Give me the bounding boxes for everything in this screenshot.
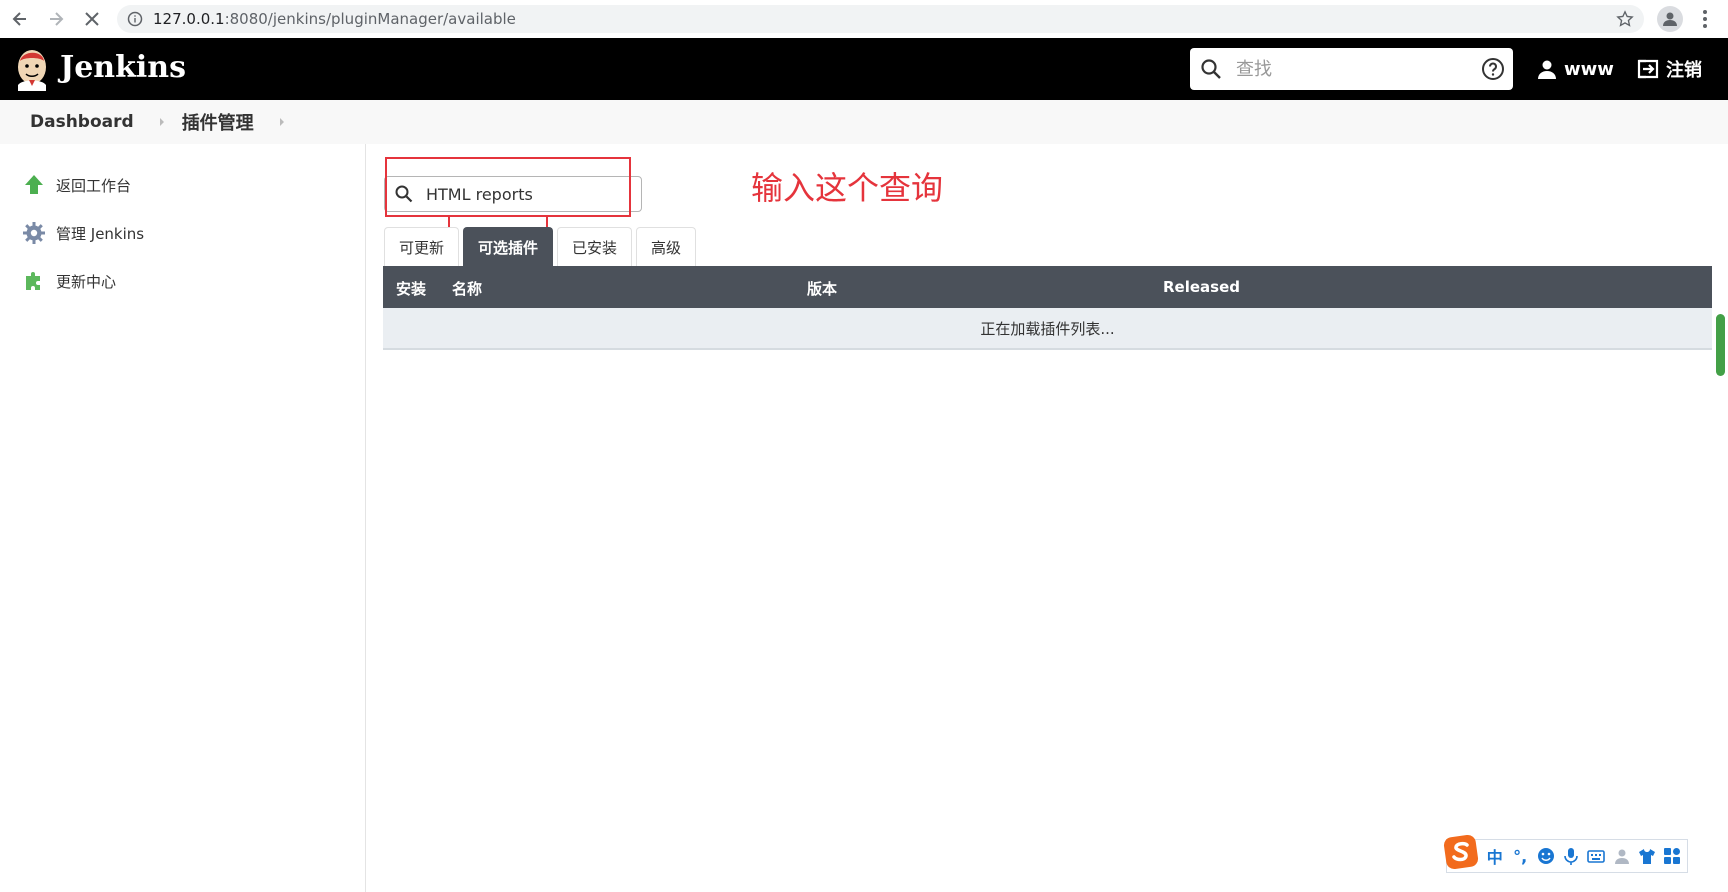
- keyboard-icon[interactable]: [1586, 845, 1607, 867]
- address-bar[interactable]: 127.0.0.1:8080/jenkins/pluginManager/ava…: [117, 5, 1644, 33]
- loading-text: 正在加载插件列表...: [980, 319, 1115, 338]
- brand-title[interactable]: Jenkins: [60, 48, 186, 88]
- sidebar: 返回工作台 管理 Jenkins 更新中心: [0, 144, 366, 892]
- jenkins-header: Jenkins www 注销: [0, 38, 1728, 100]
- puzzle-icon: [26, 272, 40, 290]
- forward-arrow-icon: [50, 12, 64, 26]
- header-search: [1190, 48, 1513, 90]
- close-icon: [85, 12, 99, 26]
- sidebar-item-back-dashboard[interactable]: 返回工作台: [22, 171, 131, 199]
- mic-icon[interactable]: [1560, 845, 1581, 867]
- logout-link[interactable]: 注销: [1636, 55, 1702, 83]
- logout-icon: [1637, 59, 1659, 79]
- emoji-icon[interactable]: [1535, 845, 1556, 867]
- column-released[interactable]: Released: [1163, 278, 1240, 296]
- back-arrow-icon: [12, 12, 26, 26]
- plugin-table: 安装 名称 版本 Released 正在加载插件列表...: [383, 266, 1712, 350]
- breadcrumb-plugin-manager[interactable]: 插件管理: [182, 109, 254, 135]
- browser-toolbar: 127.0.0.1:8080/jenkins/pluginManager/ava…: [0, 0, 1728, 38]
- table-header: 安装 名称 版本 Released: [383, 266, 1712, 308]
- tab-installed[interactable]: 已安装: [557, 227, 633, 267]
- sogou-logo-icon[interactable]: [1443, 834, 1479, 870]
- url-host: 127.0.0.1: [153, 10, 225, 28]
- user-icon[interactable]: [1611, 845, 1632, 867]
- search-icon: [1201, 59, 1221, 79]
- up-arrow-icon: [25, 175, 43, 194]
- tab-updates[interactable]: 可更新: [384, 227, 460, 267]
- table-row: 正在加载插件列表...: [383, 308, 1712, 350]
- gear-icon: [23, 222, 45, 244]
- chevron-right-icon[interactable]: [158, 117, 166, 127]
- annotation-text: 输入这个查询: [751, 169, 944, 207]
- sidebar-item-label: 返回工作台: [56, 176, 132, 195]
- star-icon[interactable]: [1616, 10, 1634, 28]
- breadcrumb: Dashboard 插件管理: [0, 100, 1728, 144]
- stop-button[interactable]: [76, 3, 108, 35]
- scrollbar-thumb[interactable]: [1716, 314, 1725, 376]
- ime-punctuation[interactable]: °,: [1509, 845, 1530, 867]
- back-button[interactable]: [4, 3, 36, 35]
- plugin-tabs: 可更新 可选插件 已安装 高级: [384, 227, 700, 267]
- user-icon: [1538, 60, 1556, 79]
- annotation-box-filter: [385, 157, 631, 217]
- grid-icon[interactable]: [1662, 845, 1683, 867]
- sidebar-item-manage-jenkins[interactable]: 管理 Jenkins: [22, 219, 144, 247]
- column-name[interactable]: 名称: [452, 278, 482, 299]
- forward-button[interactable]: [40, 3, 72, 35]
- logout-label: 注销: [1666, 60, 1702, 81]
- profile-icon[interactable]: [1657, 6, 1683, 32]
- column-install[interactable]: 安装: [396, 278, 426, 299]
- kebab-menu-icon[interactable]: [1697, 8, 1713, 30]
- help-icon[interactable]: [1481, 57, 1505, 81]
- ime-toolbar: 中 °,: [1446, 839, 1688, 873]
- sidebar-item-update-center[interactable]: 更新中心: [22, 267, 116, 295]
- chevron-right-icon[interactable]: [278, 117, 286, 127]
- url-path: :8080/jenkins/pluginManager/available: [224, 10, 516, 28]
- sidebar-item-label: 更新中心: [56, 272, 117, 291]
- ime-chinese-mode[interactable]: 中: [1484, 845, 1505, 867]
- tab-available[interactable]: 可选插件: [463, 227, 554, 267]
- user-name: www: [1564, 58, 1614, 80]
- breadcrumb-dashboard[interactable]: Dashboard: [30, 112, 134, 132]
- jenkins-logo-icon[interactable]: [14, 47, 50, 91]
- column-version[interactable]: 版本: [807, 278, 837, 299]
- tab-advanced[interactable]: 高级: [636, 227, 697, 267]
- search-input[interactable]: [1234, 54, 1454, 84]
- shirt-icon[interactable]: [1636, 845, 1657, 867]
- user-link[interactable]: www: [1536, 55, 1614, 83]
- person-icon: [1663, 12, 1677, 26]
- info-icon: [127, 11, 143, 27]
- sidebar-item-label: 管理 Jenkins: [56, 224, 145, 243]
